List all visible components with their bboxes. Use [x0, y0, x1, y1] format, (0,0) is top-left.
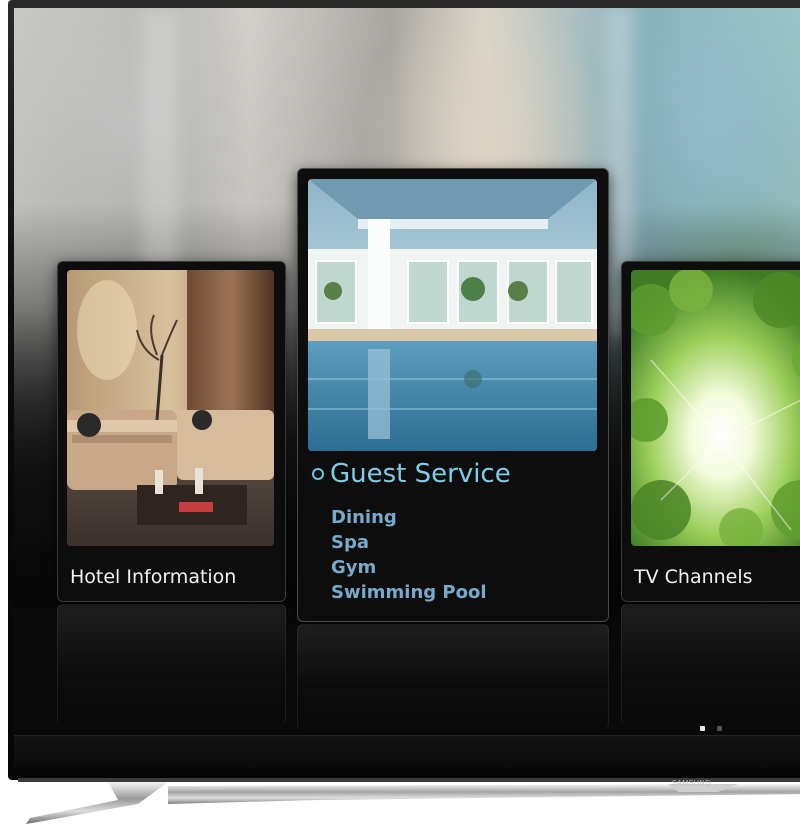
swimming-pool-image: [308, 179, 597, 451]
card-tv-channels[interactable]: TV Channels: [621, 261, 800, 602]
screen-bottom-bar: [14, 735, 800, 768]
forest-image: [631, 270, 800, 546]
card-reflection: [57, 604, 286, 725]
brand-logo: SAMSUNG: [672, 780, 711, 787]
focus-title-row: Guest Service: [312, 459, 511, 489]
page-indicator: [700, 726, 722, 731]
menu-item-gym[interactable]: Gym: [331, 555, 487, 580]
card-reflection: [621, 604, 800, 725]
page-dot[interactable]: [717, 726, 722, 731]
card-hotel-information[interactable]: Hotel Information: [57, 261, 286, 602]
menu-item-dining[interactable]: Dining: [331, 505, 487, 530]
card-title-tv-channels: TV Channels: [634, 566, 753, 588]
card-title-hotel-information: Hotel Information: [70, 566, 237, 588]
tv-display: Hotel Information Guest Service Dining S…: [0, 0, 800, 831]
page-dot-active[interactable]: [700, 726, 705, 731]
card-title-guest-service: Guest Service: [330, 459, 511, 489]
bullet-ring-icon: [312, 468, 324, 480]
tv-screen: Hotel Information Guest Service Dining S…: [14, 8, 800, 768]
card-guest-service[interactable]: Guest Service Dining Spa Gym Swimming Po…: [297, 168, 609, 622]
card-reflection: [297, 624, 609, 730]
menu-item-spa[interactable]: Spa: [331, 530, 487, 555]
menu-item-swimming-pool[interactable]: Swimming Pool: [331, 580, 487, 605]
guest-service-menu: Dining Spa Gym Swimming Pool: [331, 505, 487, 605]
hotel-room-image: [67, 270, 274, 546]
